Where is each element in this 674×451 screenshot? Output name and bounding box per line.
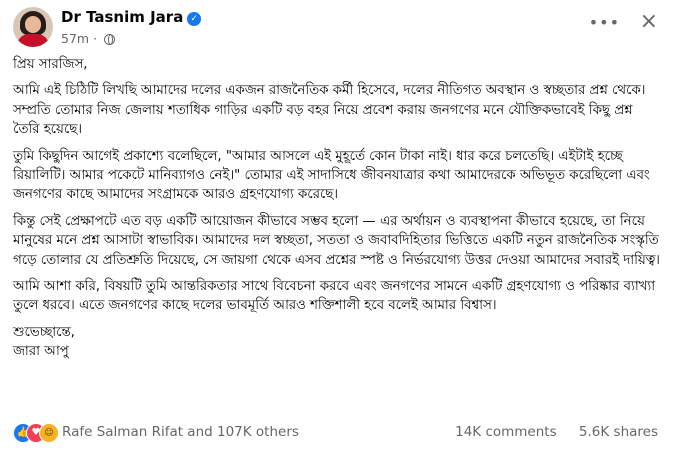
verified-badge-icon: ✓ [187, 12, 202, 26]
post-paragraph: আমি এই চিঠিটি লিখছি আমাদের দলের একজন রাজ… [13, 83, 646, 138]
reacted-by[interactable]: Rafe Salman Rifat and 107K others [62, 424, 299, 440]
post-paragraph: কিন্তু সেই প্রেক্ষাপটে এত বড় একটি আয়োজ… [13, 213, 660, 268]
comments-count[interactable]: 14K comments [455, 424, 557, 440]
post-paragraph: প্রিয় সারজিস, [13, 57, 88, 72]
globe-icon [104, 34, 116, 45]
more-options-icon[interactable]: ••• [589, 13, 620, 32]
post-header: Dr Tasnim Jara ✓ 57m · ••• × [13, 5, 664, 49]
author-name[interactable]: Dr Tasnim Jara [61, 8, 183, 26]
post-time[interactable]: 57m [61, 31, 89, 46]
post-body: প্রিয় সারজিস, আমি এই চিঠিটি লিখছি আমাদে… [13, 55, 661, 362]
signoff-name: জারা আপু [13, 344, 69, 360]
engagement-counts: 14K comments 5.6K shares [437, 424, 658, 440]
haha-reaction-icon: ☺ [39, 423, 59, 443]
post-paragraph: তুমি কিছুদিন আগেই প্রকাশ্যে বলেছিলে, "আম… [13, 148, 650, 203]
post-meta: 57m · [61, 31, 116, 46]
shares-count[interactable]: 5.6K shares [579, 424, 658, 440]
post-paragraph: আমি আশা করি, বিষয়টি তুমি আন্তরিকতার সাথ… [13, 279, 656, 314]
close-icon[interactable]: × [640, 9, 658, 34]
author-avatar[interactable] [13, 7, 53, 47]
signoff: শুভেচ্ছান্তে, জারা আপু [13, 323, 661, 362]
signoff-line: শুভেচ্ছান্তে, [13, 324, 75, 340]
author-name-row: Dr Tasnim Jara ✓ [61, 8, 202, 26]
post-footer: 👍 ♥ ☺ Rafe Salman Rifat and 107K others … [13, 423, 664, 443]
